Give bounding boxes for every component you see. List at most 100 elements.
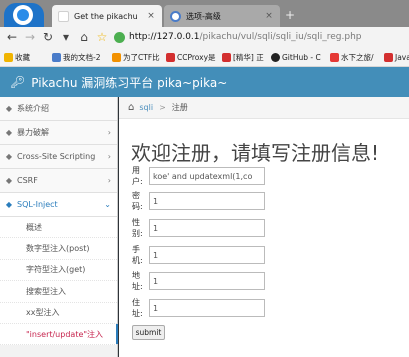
tab-close-icon[interactable]: × — [264, 11, 274, 21]
sidebar-item-label: CSRF — [17, 176, 38, 185]
bookmark-item[interactable]: 为了CTF比 — [112, 51, 160, 63]
key-icon: 🔑︎ — [10, 75, 26, 89]
form-row-password: 密码: — [132, 191, 265, 211]
document-icon — [52, 52, 61, 62]
site-header: 🔑︎ Pikachu 漏洞练习平台 pika~pika~ — [0, 67, 409, 97]
chevron-right-icon: › — [107, 152, 111, 161]
sidebar-item-label: Cross-Site Scripting — [17, 152, 96, 161]
field-label: 用户: — [132, 166, 143, 186]
sidebar-subitem-search[interactable]: 搜索型注入 — [0, 281, 117, 303]
tag-icon: ◆ — [5, 152, 13, 161]
bookmark-icon — [112, 52, 121, 62]
tag-icon: ◆ — [5, 128, 13, 137]
password-field[interactable] — [149, 192, 265, 210]
sidebar-item-label: SQL-Inject — [17, 200, 58, 209]
browser-logo-icon[interactable] — [4, 3, 44, 27]
breadcrumb: ⌂ sqli > 注册 — [119, 97, 409, 119]
site-title[interactable]: Pikachu 漏洞练习平台 pika~pika~ — [31, 74, 227, 91]
bookmark-item[interactable]: 我的文档-2 — [52, 51, 100, 63]
form-row-phone: 手机: — [132, 245, 265, 265]
page-favicon-icon — [58, 10, 69, 22]
new-tab-button[interactable]: + — [283, 8, 297, 22]
sidebar-subitem-overview[interactable]: 概述 — [0, 217, 117, 239]
sidebar-item-csrf[interactable]: ◆ CSRF › — [0, 169, 117, 193]
sidebar-subitem-label: 概述 — [26, 222, 42, 232]
star-icon[interactable]: ☆ — [94, 29, 110, 45]
form-row-gender: 性别: — [132, 218, 265, 238]
sidebar-subitem-label: 搜索型注入 — [26, 286, 66, 296]
secure-icon — [114, 31, 125, 43]
breadcrumb-current: 注册 — [171, 103, 188, 112]
home-button[interactable]: ⌂ — [76, 29, 92, 45]
forward-button[interactable]: → — [22, 29, 38, 45]
home-icon[interactable]: ⌂ — [128, 102, 134, 113]
chevron-down-icon: ⌄ — [104, 200, 111, 209]
bookmark-item[interactable]: [精华] 正 — [222, 51, 264, 63]
tab-label: 选项-高级 — [186, 11, 221, 21]
bookmark-item[interactable]: GitHub - C — [271, 51, 321, 63]
tab-pikachu[interactable]: Get the pikachu × — [52, 5, 162, 27]
history-button[interactable]: ▾ — [58, 29, 74, 45]
phone-field[interactable] — [149, 246, 265, 264]
page-title: 欢迎注册，请填写注册信息! — [131, 141, 380, 165]
browser-tab-bar: Get the pikachu × 选项-高级 × + — [0, 0, 409, 27]
form-row-username: 用户: — [132, 166, 265, 186]
tab-options[interactable]: 选项-高级 × — [164, 5, 280, 27]
github-icon — [271, 52, 280, 62]
tab-close-icon[interactable]: × — [146, 11, 156, 21]
url-field[interactable]: http://127.0.0.1/pikachu/vul/sqli/sqli_i… — [114, 29, 409, 45]
bookmark-item[interactable]: Java — [384, 51, 409, 63]
bookmarks-bar: 收藏 我的文档-2 为了CTF比 CCProxy是 [精华] 正 GitHub … — [0, 47, 409, 67]
form-row-residence: 住址: — [132, 298, 265, 318]
chevron-right-icon: › — [107, 176, 111, 185]
sidebar-subitem-label: 字符型注入(get) — [26, 265, 86, 275]
sidebar-subitem-label: "insert/update"注入 — [26, 329, 104, 339]
settings-favicon-icon — [170, 10, 181, 22]
sidebar-subitem-label: 数字型注入(post) — [26, 244, 90, 254]
bookmark-item[interactable]: 水下之旅/ — [330, 51, 374, 63]
sidebar-subitem-numeric-post[interactable]: 数字型注入(post) — [0, 238, 117, 260]
bookmark-icon — [330, 52, 339, 62]
address-field[interactable] — [149, 272, 265, 290]
field-label: 住址: — [132, 298, 143, 318]
bookmark-item[interactable]: CCProxy是 — [166, 51, 216, 63]
sidebar-subitem-xx[interactable]: xx型注入 — [0, 302, 117, 324]
sidebar-item-sqli[interactable]: ◆ SQL-Inject ⌄ — [0, 193, 117, 217]
sidebar-subitem-label: xx型注入 — [26, 308, 60, 318]
sidebar-item-label: 系统介绍 — [17, 104, 49, 113]
chevron-right-icon: › — [107, 128, 111, 137]
bookmark-icon — [384, 52, 393, 62]
tag-icon: ◆ — [5, 104, 13, 113]
sidebar-subitem-string-get[interactable]: 字符型注入(get) — [0, 259, 117, 282]
field-label: 性别: — [132, 218, 143, 238]
sidebar-subitem-insert-update[interactable]: "insert/update"注入 — [0, 323, 118, 346]
bookmark-item[interactable]: 收藏 — [4, 51, 30, 63]
field-label: 密码: — [132, 191, 143, 211]
field-label: 手机: — [132, 245, 143, 265]
username-field[interactable] — [149, 167, 265, 185]
field-label: 地址: — [132, 271, 143, 291]
sidebar: ◆ 系统介绍 ◆ 暴力破解 › ◆ Cross-Site Scripting ›… — [0, 97, 118, 357]
sidebar-item-xss[interactable]: ◆ Cross-Site Scripting › — [0, 145, 117, 169]
address-bar: ← → ↻ ▾ ⌂ ☆ http://127.0.0.1/pikachu/vul… — [0, 27, 409, 47]
tab-label: Get the pikachu — [74, 11, 138, 21]
tag-icon: ◆ — [5, 200, 13, 209]
reload-button[interactable]: ↻ — [40, 29, 56, 45]
tag-icon: ◆ — [5, 176, 13, 185]
breadcrumb-separator: > — [159, 103, 166, 112]
main-content: ⌂ sqli > 注册 欢迎注册，请填写注册信息! 用户: 密码: 性别: 手机… — [119, 97, 409, 357]
breadcrumb-link-sqli[interactable]: sqli — [139, 103, 153, 112]
url-path: /pikachu/vul/sqli/sqli_iu/sqli_reg.php — [199, 32, 362, 42]
star-icon — [4, 52, 13, 62]
submit-button[interactable]: submit — [132, 325, 165, 340]
gender-field[interactable] — [149, 219, 265, 237]
form-row-address: 地址: — [132, 271, 265, 291]
sidebar-item-label: 暴力破解 — [17, 128, 49, 137]
sidebar-item-bruteforce[interactable]: ◆ 暴力破解 › — [0, 121, 117, 145]
residence-field[interactable] — [149, 299, 265, 317]
bookmark-icon — [166, 52, 175, 62]
back-button[interactable]: ← — [4, 29, 20, 45]
sidebar-item-intro[interactable]: ◆ 系统介绍 — [0, 97, 117, 121]
bookmark-icon — [222, 52, 231, 62]
url-host: http://127.0.0.1 — [129, 32, 200, 42]
